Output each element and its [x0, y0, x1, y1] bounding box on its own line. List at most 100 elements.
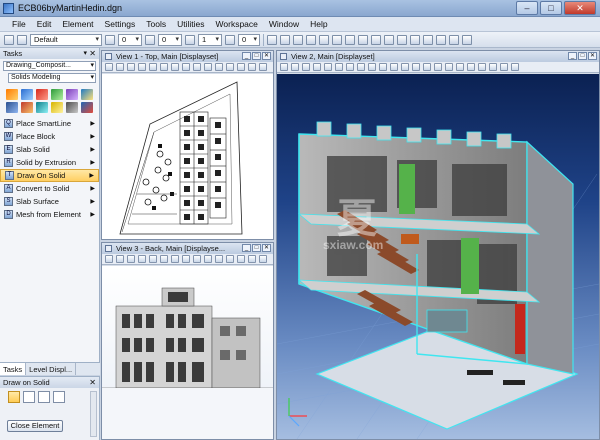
solid-tool-icon[interactable] — [66, 89, 78, 100]
lights-icon[interactable] — [456, 63, 464, 71]
display-style-icon[interactable] — [319, 34, 329, 45]
draw-shape-mode-icon[interactable] — [53, 391, 65, 403]
close-element-button[interactable]: Close Element — [7, 420, 63, 432]
settings-gear-icon[interactable] — [462, 34, 472, 45]
menu-element[interactable]: Element — [62, 19, 93, 29]
solid-tool-icon[interactable] — [36, 102, 48, 113]
line-weight-icon[interactable] — [185, 34, 195, 45]
accudraw-icon[interactable] — [280, 34, 290, 45]
task-solid-by-extrusion[interactable]: R Solid by Extrusion ▶ — [0, 156, 99, 169]
menu-file[interactable]: File — [12, 19, 26, 29]
snap-icon[interactable] — [293, 34, 303, 45]
view-attributes-icon[interactable] — [105, 255, 113, 263]
active-level-icon[interactable] — [4, 34, 14, 45]
window-area-icon[interactable] — [149, 63, 157, 71]
solid-tool-icon[interactable] — [51, 102, 63, 113]
view-next-icon[interactable] — [204, 63, 212, 71]
maximize-button[interactable]: □ — [540, 1, 562, 15]
draw-arc-mode-icon[interactable] — [23, 391, 35, 403]
view-2-canvas[interactable]: 夏 sxiaw.com — [277, 74, 599, 439]
view-attributes-icon[interactable] — [105, 63, 113, 71]
transparency-combo[interactable]: 0 — [238, 33, 260, 46]
task-slab-solid[interactable]: E Slab Solid ▶ — [0, 143, 99, 156]
raster-icon[interactable] — [397, 34, 407, 45]
menu-tools[interactable]: Tools — [146, 19, 166, 29]
measure-icon[interactable] — [423, 34, 433, 45]
view-maximize-button[interactable]: □ — [578, 52, 587, 60]
view-3-canvas[interactable] — [102, 266, 273, 439]
display-style-icon[interactable] — [226, 63, 234, 71]
line-weight-combo[interactable]: 1 — [198, 33, 222, 46]
view-minimize-button[interactable]: _ — [242, 244, 251, 252]
clip-volume-icon[interactable] — [390, 63, 398, 71]
solid-tool-icon[interactable] — [21, 89, 33, 100]
task-convert-to-solid[interactable]: A Convert to Solid ▶ — [0, 182, 99, 195]
solid-tool-icon[interactable] — [6, 89, 18, 100]
rotate-view-icon[interactable] — [346, 63, 354, 71]
pan-view-icon[interactable] — [182, 63, 190, 71]
lights-icon[interactable] — [345, 34, 355, 45]
view-next-icon[interactable] — [204, 255, 212, 263]
minimize-button[interactable]: – — [516, 1, 538, 15]
menu-utilities[interactable]: Utilities — [177, 19, 204, 29]
references-icon[interactable] — [384, 34, 394, 45]
print-icon[interactable] — [449, 34, 459, 45]
render-icon[interactable] — [306, 34, 316, 45]
view-minimize-button[interactable]: _ — [568, 52, 577, 60]
view-1-canvas[interactable] — [102, 74, 273, 239]
menu-workspace[interactable]: Workspace — [216, 19, 258, 29]
menu-edit[interactable]: Edit — [37, 19, 52, 29]
solid-tool-icon[interactable] — [66, 102, 78, 113]
project-explorer-icon[interactable] — [410, 34, 420, 45]
rotate-view-icon[interactable] — [171, 63, 179, 71]
levels-icon[interactable] — [478, 63, 486, 71]
task-mesh-from-element[interactable]: D Mesh from Element ▶ — [0, 208, 99, 221]
rotate-view-icon[interactable] — [171, 255, 179, 263]
view-close-button[interactable]: ✕ — [262, 52, 271, 60]
line-style-combo[interactable]: 0 — [158, 33, 182, 46]
key-in-icon[interactable] — [267, 34, 277, 45]
menu-settings[interactable]: Settings — [105, 19, 136, 29]
window-area-icon[interactable] — [324, 63, 332, 71]
pan-view-icon[interactable] — [357, 63, 365, 71]
view-rotation-icon[interactable] — [248, 63, 256, 71]
camera-icon[interactable] — [412, 63, 420, 71]
task-place-block[interactable]: W Place Block ▶ — [0, 130, 99, 143]
view-previous-icon[interactable] — [368, 63, 376, 71]
level-manager-icon[interactable] — [17, 34, 27, 45]
view-attributes-icon[interactable] — [280, 63, 288, 71]
line-style-icon[interactable] — [145, 34, 155, 45]
level-combo[interactable]: Default — [30, 33, 102, 46]
zoom-in-icon[interactable] — [127, 63, 135, 71]
zoom-out-icon[interactable] — [138, 63, 146, 71]
view-minimize-button[interactable]: _ — [242, 52, 251, 60]
camera-icon[interactable] — [358, 34, 368, 45]
window-area-icon[interactable] — [149, 255, 157, 263]
camera-icon[interactable] — [237, 255, 245, 263]
zoom-out-icon[interactable] — [138, 255, 146, 263]
tool-settings-scrollbar[interactable] — [90, 391, 97, 437]
tab-tasks[interactable]: Tasks — [0, 363, 27, 375]
zoom-in-icon[interactable] — [127, 255, 135, 263]
view-previous-icon[interactable] — [193, 255, 201, 263]
view-rotation-icon[interactable] — [423, 63, 431, 71]
toggle-view-icon[interactable] — [500, 63, 508, 71]
draw-circle-mode-icon[interactable] — [38, 391, 50, 403]
pan-view-icon[interactable] — [182, 255, 190, 263]
menu-window[interactable]: Window — [269, 19, 299, 29]
solid-tool-icon[interactable] — [36, 89, 48, 100]
analyze-icon[interactable] — [436, 34, 446, 45]
fit-view-icon[interactable] — [160, 63, 168, 71]
view-close-button[interactable]: ✕ — [588, 52, 597, 60]
references-icon[interactable] — [489, 63, 497, 71]
update-view-icon[interactable] — [291, 63, 299, 71]
zoom-out-icon[interactable] — [313, 63, 321, 71]
task-category-combo[interactable]: Drawing_Composit... — [3, 61, 96, 71]
update-view-icon[interactable] — [116, 255, 124, 263]
presentation-icon[interactable] — [259, 255, 267, 263]
render-icon[interactable] — [445, 63, 453, 71]
view-rotation-icon[interactable] — [248, 255, 256, 263]
close-button[interactable]: ✕ — [564, 1, 596, 15]
color-icon[interactable] — [105, 34, 115, 45]
task-place-smartline[interactable]: Q Place SmartLine ▶ — [0, 117, 99, 130]
